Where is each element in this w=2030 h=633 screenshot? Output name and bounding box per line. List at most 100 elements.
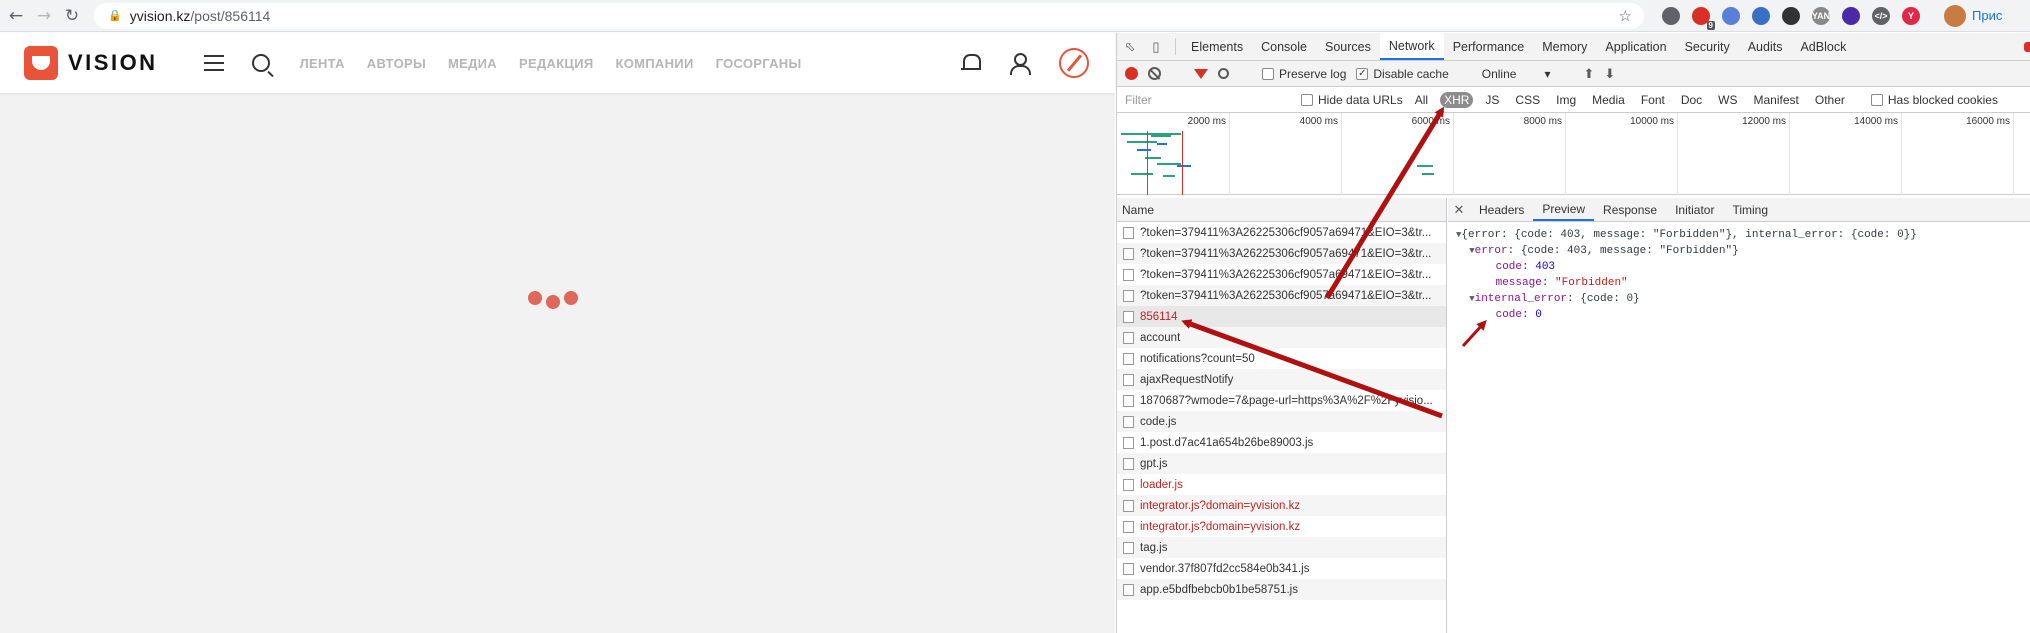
nav-link-5[interactable]: КОМПАНИИ xyxy=(616,56,694,71)
extension-bird-icon[interactable] xyxy=(1782,6,1800,25)
request-row[interactable]: ?token=379411%3A26225306cf9057a69471&EIO… xyxy=(1117,222,1446,243)
address-bar[interactable]: 🔒 yvision.kz /post/856114 ☆ xyxy=(94,2,1644,29)
request-name: app.e5bdfbebcb0b1be58751.js xyxy=(1140,583,1298,596)
nav-link-4[interactable]: РЕДАКЦИЯ xyxy=(519,56,594,71)
disable-cache-checkbox[interactable]: ✓ Disable cache xyxy=(1356,66,1449,81)
tab-performance[interactable]: Performance xyxy=(1444,33,1534,60)
extension-y-icon[interactable]: Y xyxy=(1902,6,1920,25)
request-detail-pane: ✕ Headers Preview Response Initiator Timing … xyxy=(1448,198,2030,633)
extension-code-icon[interactable]: </> xyxy=(1872,6,1890,25)
tab-memory[interactable]: Memory xyxy=(1533,33,1596,60)
internal-error-key: internal_error xyxy=(1474,293,1568,305)
nav-link-2[interactable]: АВТОРЫ xyxy=(367,56,426,71)
detail-tab-initiator[interactable]: Initiator xyxy=(1666,198,1723,221)
network-toolbar: Preserve log ✓ Disable cache Online ▾ ⬆ … xyxy=(1117,61,2030,87)
tab-sources[interactable]: Sources xyxy=(1316,33,1380,60)
profile-button[interactable]: Прис xyxy=(1944,4,2002,27)
detail-tab-response[interactable]: Response xyxy=(1594,198,1666,221)
request-name: loader.js xyxy=(1140,478,1183,491)
request-row[interactable]: 1870687?wmode=7&page-url=https%3A%2F%2Fy… xyxy=(1117,390,1446,411)
detail-tab-headers[interactable]: Headers xyxy=(1470,198,1533,221)
request-row[interactable]: gpt.js xyxy=(1117,453,1446,474)
request-row[interactable]: code.js xyxy=(1117,411,1446,432)
filter-icon[interactable] xyxy=(1194,68,1208,79)
inspect-element-icon[interactable]: ⬁ xyxy=(1117,33,1143,60)
type-filter-ws[interactable]: WS xyxy=(1714,92,1741,108)
tree-internal-error-line[interactable]: ▼internal_error: {code: 0} xyxy=(1456,291,2030,307)
nav-link-6[interactable]: ГОСОРГАНЫ xyxy=(716,56,802,71)
type-filter-media[interactable]: Media xyxy=(1588,92,1629,108)
extension-blue-icon[interactable] xyxy=(1722,6,1740,25)
extension-purple-icon[interactable] xyxy=(1842,6,1860,25)
compass-icon[interactable] xyxy=(1059,48,1089,78)
request-row[interactable]: ?token=379411%3A26225306cf9057a69471&EIO… xyxy=(1117,285,1446,306)
extension-yan-icon[interactable]: YAN xyxy=(1812,6,1830,25)
preserve-log-checkbox[interactable]: Preserve log xyxy=(1262,67,1346,81)
search-icon[interactable] xyxy=(1218,68,1229,79)
type-filter-all[interactable]: All xyxy=(1411,92,1432,108)
extension-badge-icon[interactable]: 9 xyxy=(1692,6,1715,30)
filter-input[interactable]: Filter xyxy=(1123,91,1293,109)
request-row[interactable]: 856114 xyxy=(1117,306,1446,327)
tab-application[interactable]: Application xyxy=(1596,33,1675,60)
request-row[interactable]: integrator.js?domain=yvision.kz xyxy=(1117,495,1446,516)
search-icon[interactable] xyxy=(251,54,270,72)
disable-cache-label: Disable cache xyxy=(1373,66,1449,81)
tab-elements[interactable]: Elements xyxy=(1182,33,1252,60)
hide-data-urls-checkbox[interactable]: Hide data URLs xyxy=(1301,93,1403,107)
clear-icon[interactable] xyxy=(1148,67,1161,80)
device-toggle-icon[interactable]: ▯ xyxy=(1143,33,1169,60)
nav-link-1[interactable]: ЛЕНТА xyxy=(300,56,345,71)
type-filter-manifest[interactable]: Manifest xyxy=(1750,92,1803,108)
tab-console[interactable]: Console xyxy=(1252,33,1316,60)
site-logo[interactable]: VISION xyxy=(24,46,158,80)
extension-note-icon[interactable] xyxy=(1752,6,1770,25)
detail-tab-preview[interactable]: Preview xyxy=(1533,198,1595,221)
request-row[interactable]: ?token=379411%3A26225306cf9057a69471&EIO… xyxy=(1117,264,1446,285)
type-filter-xhr[interactable]: XHR xyxy=(1440,91,1474,108)
request-row[interactable]: tag.js xyxy=(1117,537,1446,558)
nav-link-3[interactable]: МЕДИА xyxy=(448,56,497,71)
tree-root-line[interactable]: ▼{error: {code: 403, message: "Forbidden… xyxy=(1456,227,2030,243)
internal-code-value: 0 xyxy=(1535,309,1542,321)
tree-error-line[interactable]: ▼error: {code: 403, message: "Forbidden"… xyxy=(1456,243,2030,259)
request-row[interactable]: vendor.37f807fd2cc584e0b341.js xyxy=(1117,558,1446,579)
throttle-select[interactable]: Online ▾ xyxy=(1482,67,1551,81)
bell-icon[interactable] xyxy=(961,53,981,73)
request-row[interactable]: notifications?count=50 xyxy=(1117,348,1446,369)
error-indicator-icon[interactable] xyxy=(2024,41,2030,52)
network-overview-timeline[interactable]: 2000 ms 4000 ms 6000 ms 8000 ms 10000 ms 1200… xyxy=(1117,113,2030,195)
menu-icon[interactable] xyxy=(203,55,224,71)
request-row[interactable]: ajaxRequestNotify xyxy=(1117,369,1446,390)
tab-adblock[interactable]: AdBlock xyxy=(1791,33,1855,60)
import-har-icon[interactable]: ⬆ xyxy=(1583,66,1594,82)
user-icon[interactable] xyxy=(1009,53,1031,75)
type-filter-other[interactable]: Other xyxy=(1811,92,1849,108)
export-har-icon[interactable]: ⬇ xyxy=(1604,66,1615,82)
request-row[interactable]: account xyxy=(1117,327,1446,348)
type-filter-doc[interactable]: Doc xyxy=(1677,92,1706,108)
tab-network[interactable]: Network xyxy=(1379,33,1444,60)
has-blocked-cookies-checkbox[interactable]: Has blocked cookies xyxy=(1870,93,1998,107)
request-row[interactable]: integrator.js?domain=yvision.kz xyxy=(1117,516,1446,537)
request-row[interactable]: 1.post.d7ac41a654b26be89003.js xyxy=(1117,432,1446,453)
reload-icon[interactable]: ↻ xyxy=(60,4,84,28)
name-column-header[interactable]: Name xyxy=(1117,198,1446,222)
tab-audits[interactable]: Audits xyxy=(1739,33,1792,60)
forward-icon[interactable]: → xyxy=(32,4,56,28)
request-row[interactable]: loader.js xyxy=(1117,474,1446,495)
type-filter-css[interactable]: CSS xyxy=(1511,92,1544,108)
back-icon[interactable]: ← xyxy=(4,4,28,28)
camera-icon[interactable] xyxy=(1662,6,1680,25)
request-row[interactable]: app.e5bdfbebcb0b1be58751.js xyxy=(1117,579,1446,600)
waterfall-bar xyxy=(1177,165,1191,167)
type-filter-js[interactable]: JS xyxy=(1481,92,1503,108)
request-row[interactable]: ?token=379411%3A26225306cf9057a69471&EIO… xyxy=(1117,243,1446,264)
detail-tab-timing[interactable]: Timing xyxy=(1723,198,1777,221)
bookmark-star-icon[interactable]: ☆ xyxy=(1619,7,1632,25)
close-icon[interactable]: ✕ xyxy=(1448,198,1470,221)
record-icon[interactable] xyxy=(1125,67,1138,80)
type-filter-img[interactable]: Img xyxy=(1552,92,1580,108)
type-filter-font[interactable]: Font xyxy=(1637,92,1669,108)
tab-security[interactable]: Security xyxy=(1676,33,1739,60)
